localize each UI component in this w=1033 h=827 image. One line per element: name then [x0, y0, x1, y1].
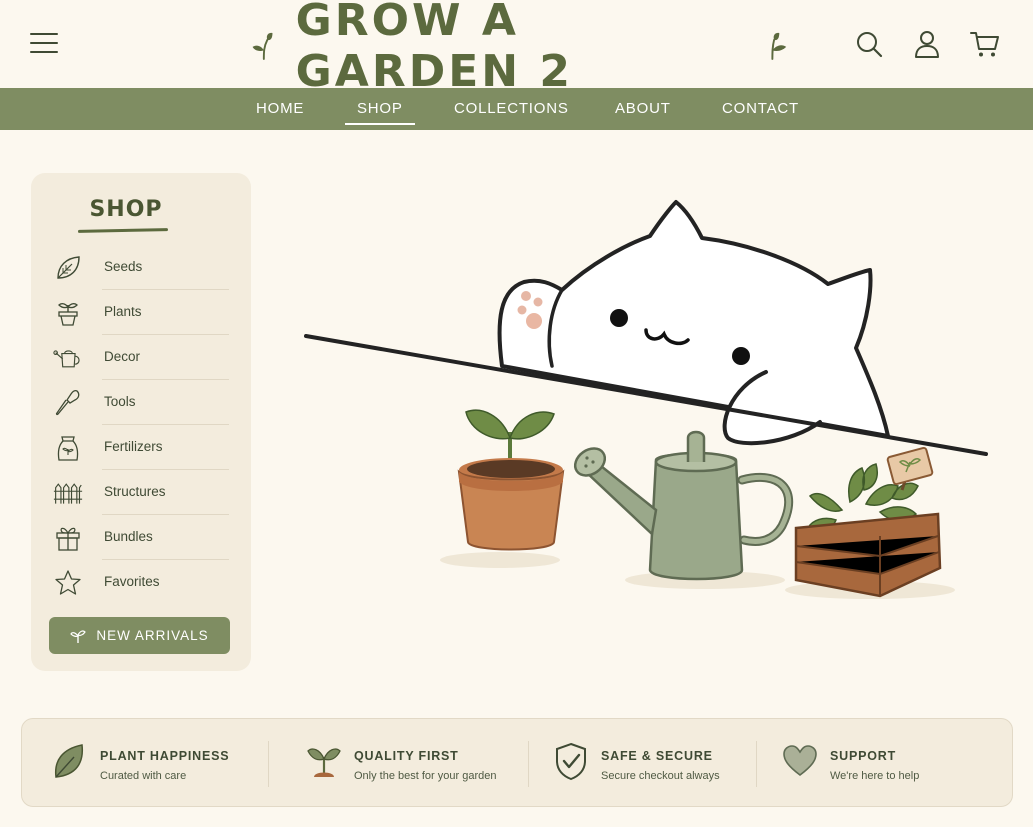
crate-plant-illustration [794, 446, 942, 598]
watering-can-illustration [573, 430, 794, 581]
features-bar: PLANT HAPPINESS Curated with care QUALIT… [21, 718, 1013, 807]
feature-title: SAFE & SECURE [601, 749, 713, 763]
feature-title: PLANT HAPPINESS [100, 749, 230, 763]
right-sprout-icon [771, 32, 787, 60]
new-arrivals-button[interactable]: NEW ARRIVALS [49, 617, 230, 654]
sidebar-item-label: Plants [104, 304, 142, 319]
sprout-icon [70, 629, 87, 643]
heart-icon [783, 745, 817, 777]
leaf-icon [54, 744, 84, 778]
potted-sprout-illustration [457, 409, 565, 551]
brand-logo[interactable]: GROW A GARDEN 2 [250, 0, 790, 97]
sidebar-item-label: Bundles [104, 529, 153, 544]
sidebar-item-plants[interactable]: Plants [49, 290, 229, 335]
sidebar-item-tools[interactable]: Tools [49, 380, 229, 425]
sidebar-item-label: Decor [104, 349, 141, 364]
sidebar-item-label: Tools [104, 394, 136, 409]
feature-subtitle: Only the best for your garden [354, 770, 497, 782]
shield-check-icon [556, 742, 586, 781]
sidebar-item-structures[interactable]: Structures [49, 470, 229, 515]
feature-subtitle: Secure checkout always [601, 770, 720, 782]
gift-icon [56, 527, 80, 551]
search-icon[interactable] [853, 28, 885, 60]
cat-illustration [497, 200, 890, 446]
fence-icon [53, 483, 83, 504]
feature-subtitle: We're here to help [830, 770, 920, 782]
nav-about[interactable]: ABOUT [615, 88, 671, 130]
watering-can-icon [53, 350, 80, 368]
sidebar-item-favorites[interactable]: Favorites [49, 560, 229, 605]
nav-collections[interactable]: COLLECTIONS [454, 88, 569, 130]
sprout-icon [307, 748, 341, 777]
hero-illustration [304, 200, 988, 599]
site-header: GROW A GARDEN 2 [0, 0, 1033, 97]
nav-shop[interactable]: SHOP [345, 88, 415, 130]
leaf-icon [57, 256, 80, 279]
left-sprout-icon [252, 32, 273, 60]
potted-plant-icon [58, 303, 78, 326]
star-icon [55, 570, 81, 595]
feature-title: SUPPORT [830, 749, 897, 763]
menu-icon[interactable] [30, 33, 58, 57]
shop-sidebar: SHOP Seeds Plants Decor Tools Fertilizer… [31, 173, 251, 671]
site-title: GROW A GARDEN 2 [295, 0, 574, 97]
sidebar-title-underline [77, 228, 169, 233]
sidebar-title: SHOP [89, 197, 163, 222]
sidebar-item-label: Fertilizers [104, 439, 163, 454]
sidebar-item-label: Structures [104, 484, 166, 499]
nav-contact[interactable]: CONTACT [722, 88, 799, 130]
new-arrivals-label: NEW ARRIVALS [96, 628, 209, 643]
nav-home[interactable]: HOME [256, 88, 304, 130]
feature-title: QUALITY FIRST [354, 749, 459, 763]
main-nav: HOME SHOP COLLECTIONS ABOUT CONTACT [0, 88, 1033, 130]
fertilizer-bag-icon [57, 436, 79, 461]
sidebar-item-label: Favorites [104, 574, 160, 589]
sidebar-item-bundles[interactable]: Bundles [49, 515, 229, 560]
sidebar-item-label: Seeds [104, 259, 143, 274]
cart-icon[interactable] [969, 28, 1001, 60]
sidebar-item-seeds[interactable]: Seeds [49, 245, 229, 290]
user-icon[interactable] [911, 28, 943, 60]
trowel-icon [55, 389, 80, 416]
sidebar-item-decor[interactable]: Decor [49, 335, 229, 380]
sidebar-item-fertilizers[interactable]: Fertilizers [49, 425, 229, 470]
feature-subtitle: Curated with care [100, 770, 187, 782]
